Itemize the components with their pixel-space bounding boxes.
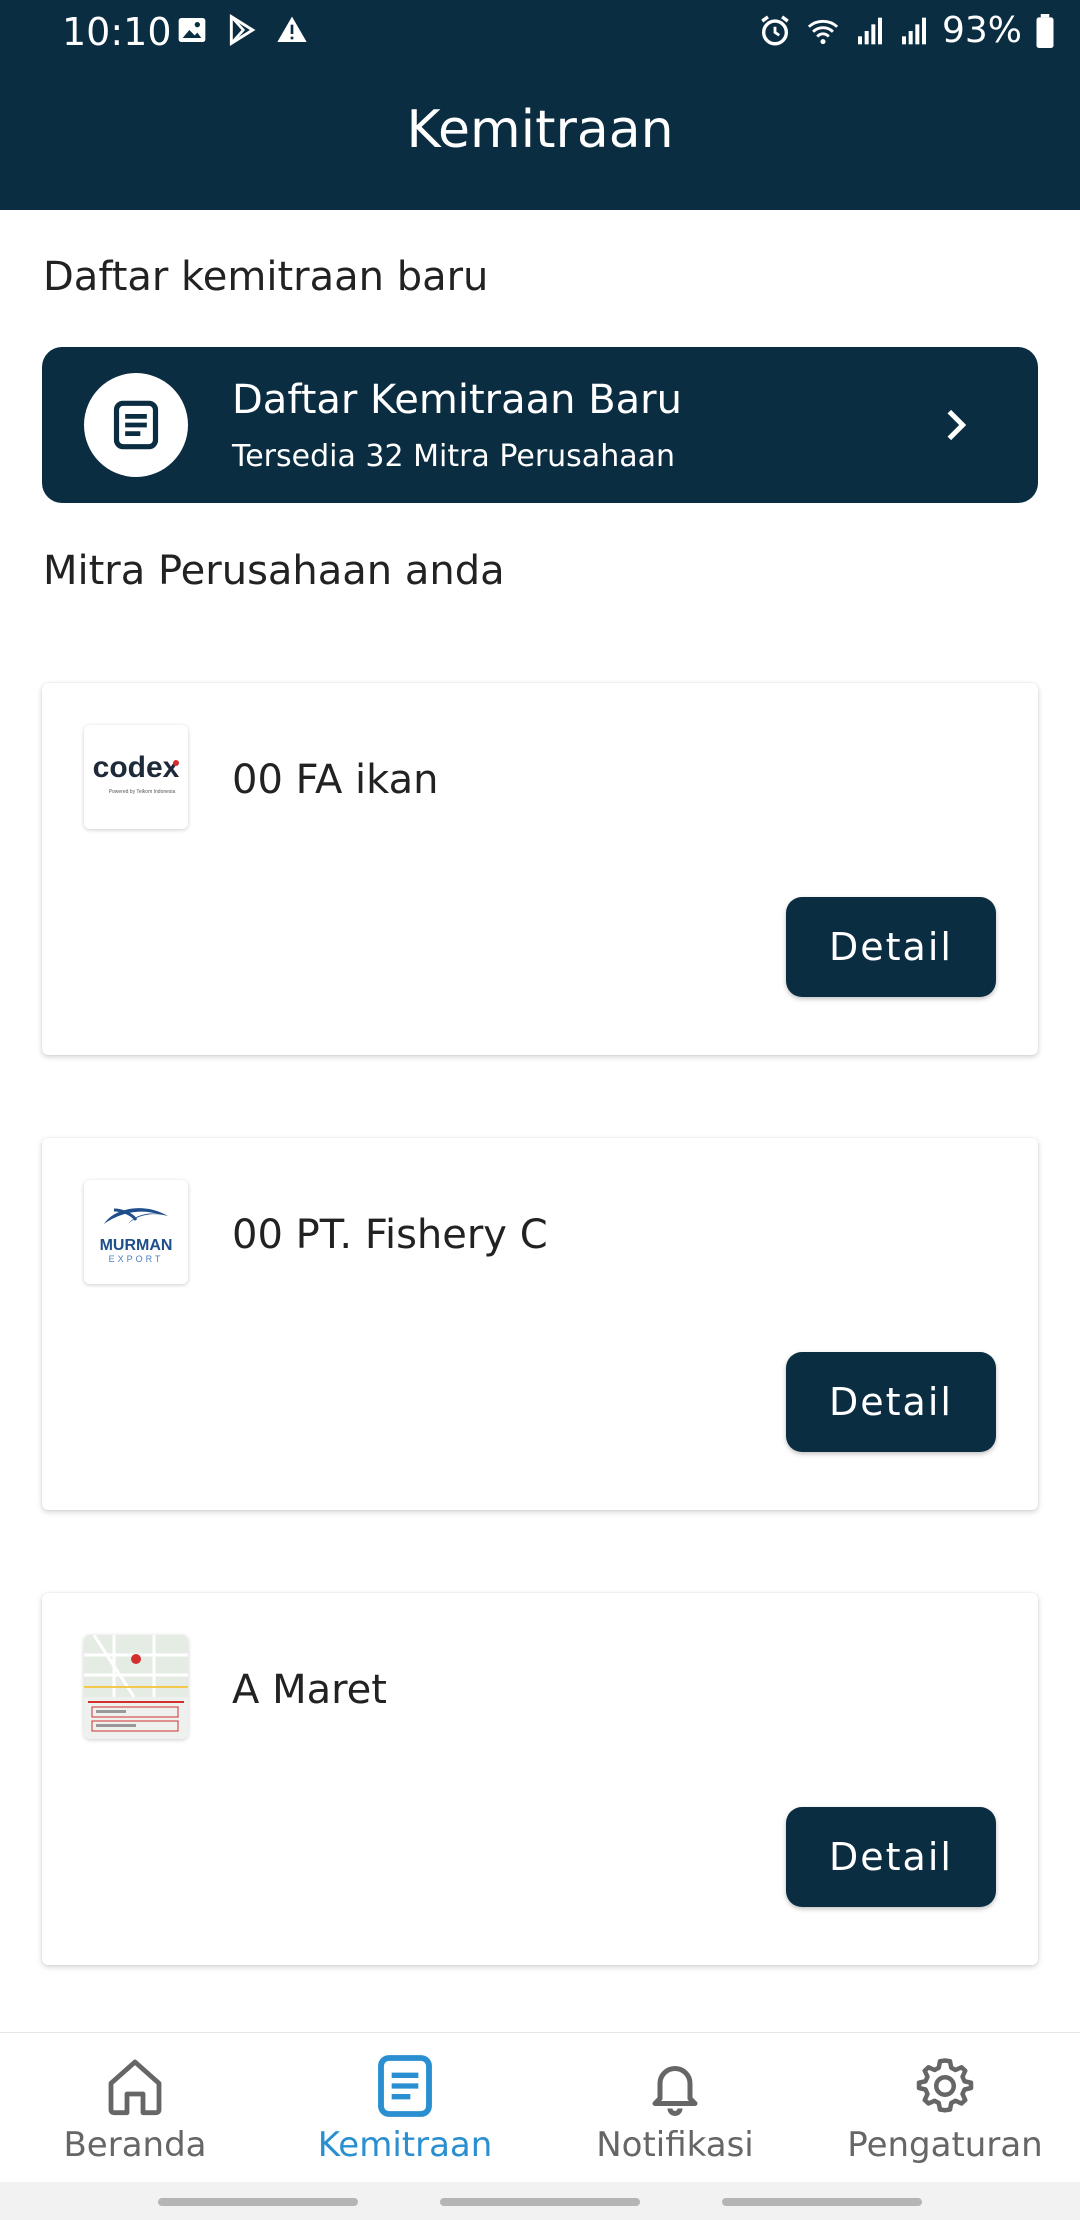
page-title: Kemitraan [406, 100, 674, 160]
signal-icon [857, 17, 882, 44]
warning-icon [277, 16, 307, 42]
nav-item-kemitraan[interactable]: Kemitraan [270, 2051, 540, 2165]
partner-card: MURMAN EXPORT 00 PT. Fishery C Detail [42, 1138, 1038, 1510]
top-bar: 10:10 93% Kemitraan [0, 0, 1080, 210]
nav-label: Kemitraan [317, 2125, 493, 2165]
banner-icon-circle [84, 373, 188, 477]
banner-title: Daftar Kemitraan Baru [232, 377, 682, 423]
status-right-icons: 93% [758, 10, 1056, 51]
gesture-bar [0, 2182, 1080, 2220]
nav-item-pengaturan[interactable]: Pengaturan [810, 2051, 1080, 2165]
svg-text:EXPORT: EXPORT [109, 1254, 164, 1264]
detail-button[interactable]: Detail [786, 1352, 996, 1452]
map-thumbnail-image [84, 1635, 188, 1739]
status-time: 10:10 [62, 10, 172, 54]
battery-percentage: 93% [941, 10, 1022, 51]
partner-logo-map-thumbnail [84, 1635, 188, 1739]
codex-logo: codex Powered by Telkom Indonesia [93, 751, 180, 795]
wifi-icon [807, 19, 839, 44]
document-icon [113, 400, 159, 450]
partner-card: A Maret Detail [42, 1593, 1038, 1965]
svg-text:Powered by Telkom Indonesia: Powered by Telkom Indonesia [109, 789, 176, 795]
svg-text:MURMAN: MURMAN [100, 1237, 173, 1254]
partner-logo-murman: MURMAN EXPORT [84, 1180, 188, 1284]
bottom-navigation: Beranda Kemitraan Notifikasi Pengaturan [0, 2032, 1080, 2182]
svg-text:codex: codex [93, 751, 180, 784]
alarm-icon [761, 14, 789, 45]
nav-item-beranda[interactable]: Beranda [0, 2051, 270, 2165]
detail-button[interactable]: Detail [786, 897, 996, 997]
nav-label: Pengaturan [847, 2125, 1043, 2165]
gesture-handle [158, 2198, 358, 2206]
nav-label: Notifikasi [596, 2125, 754, 2165]
battery-icon [1036, 13, 1054, 48]
play-store-icon [229, 14, 256, 46]
murman-logo: MURMAN EXPORT [100, 1208, 173, 1264]
signal-icon [901, 17, 926, 44]
chevron-right-icon [947, 409, 967, 441]
partner-logo-codex: codex Powered by Telkom Indonesia [84, 725, 188, 829]
nav-label: Beranda [63, 2125, 207, 2165]
detail-button[interactable]: Detail [786, 1807, 996, 1907]
document-icon [378, 2055, 432, 2117]
home-icon [108, 2059, 162, 2116]
partner-name: 00 FA ikan [232, 757, 439, 803]
image-icon [178, 18, 206, 42]
new-partnership-banner[interactable]: Daftar Kemitraan Baru Tersedia 32 Mitra … [42, 347, 1038, 503]
partner-name: 00 PT. Fishery C [232, 1212, 548, 1258]
partner-card: codex Powered by Telkom Indonesia 00 FA … [42, 683, 1038, 1055]
banner-subtitle: Tersedia 32 Mitra Perusahaan [232, 439, 675, 474]
partner-name: A Maret [232, 1667, 387, 1713]
status-bar: 10:10 93% [0, 0, 1080, 66]
gesture-handle [722, 2198, 922, 2206]
gesture-handle [440, 2198, 640, 2206]
new-partnership-section-label: Daftar kemitraan baru [43, 254, 489, 300]
gear-icon [916, 2058, 974, 2113]
status-left-icons [176, 14, 308, 46]
bell-icon [652, 2066, 698, 2116]
partners-section-label: Mitra Perusahaan anda [43, 548, 505, 594]
nav-item-notifikasi[interactable]: Notifikasi [540, 2051, 810, 2165]
